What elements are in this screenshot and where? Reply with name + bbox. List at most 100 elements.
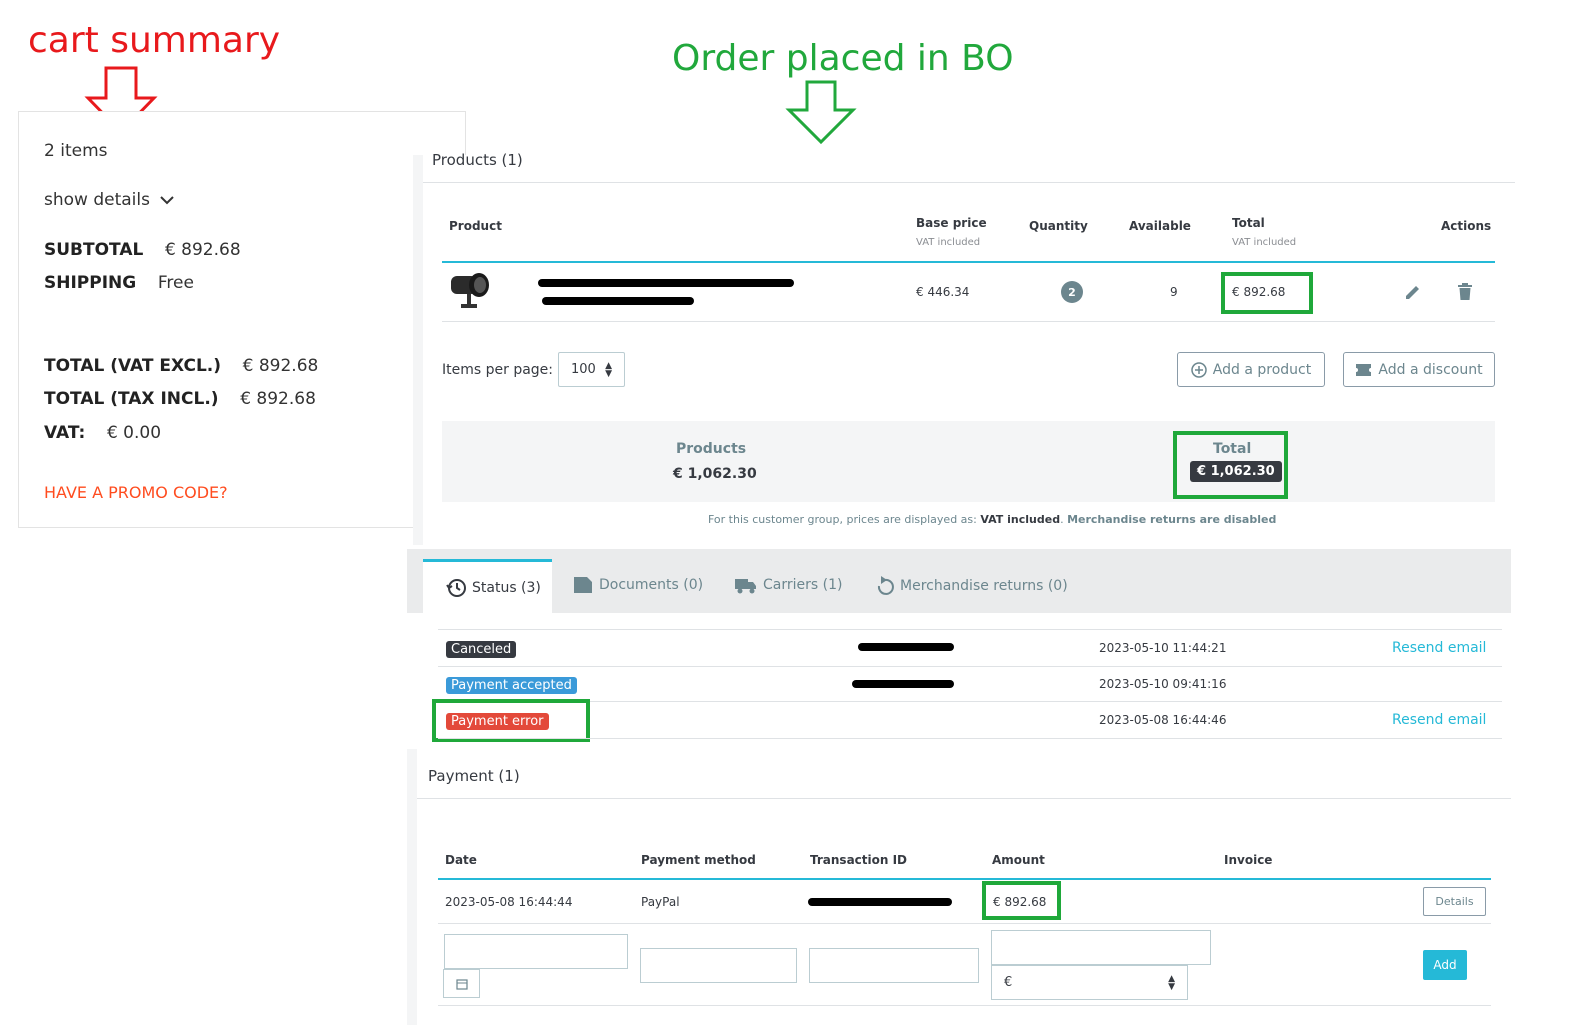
chevron-down-icon bbox=[160, 196, 174, 205]
total-excl-value: € 892.68 bbox=[242, 356, 319, 376]
items-per-page-select[interactable]: 100 ▲ ▼ bbox=[558, 352, 625, 387]
edit-pencil-icon[interactable] bbox=[1404, 283, 1422, 301]
select-arrows-icon: ▲ ▼ bbox=[1168, 973, 1175, 992]
add-payment-button[interactable]: Add bbox=[1423, 950, 1467, 980]
payment-row-divider bbox=[438, 923, 1491, 924]
product-image bbox=[451, 273, 489, 308]
add-product-label: Add a product bbox=[1212, 361, 1312, 378]
col-transaction-id: Transaction ID bbox=[810, 853, 908, 867]
subtotal-label: SUBTOTAL bbox=[44, 240, 144, 260]
col-payment-method: Payment method bbox=[641, 853, 756, 867]
total-excl-row: TOTAL (VAT EXCL.) € 892.68 bbox=[44, 356, 318, 376]
divider bbox=[423, 182, 1515, 183]
document-icon bbox=[574, 577, 592, 593]
col-actions: Actions bbox=[1441, 219, 1492, 233]
col-product: Product bbox=[449, 219, 502, 233]
items-per-page-value: 100 bbox=[571, 362, 596, 377]
undo-icon bbox=[877, 576, 894, 595]
status-date-3: 2023-05-08 16:44:46 bbox=[1099, 713, 1227, 727]
row-divider bbox=[442, 321, 1495, 322]
note-returns: Merchandise returns are disabled bbox=[1067, 513, 1277, 526]
vat-label: VAT: bbox=[44, 423, 86, 443]
tab-documents-label: Documents (0) bbox=[599, 577, 704, 593]
vat-row: VAT: € 0.00 bbox=[44, 423, 161, 443]
shipping-value: Free bbox=[157, 273, 194, 293]
payment-method: PayPal bbox=[641, 895, 680, 909]
vat-value: € 0.00 bbox=[106, 423, 162, 443]
redacted-employee-2 bbox=[852, 680, 954, 688]
bo-annotation: Order placed in BO bbox=[672, 38, 1014, 79]
col-date: Date bbox=[445, 853, 477, 867]
delete-trash-icon[interactable] bbox=[1457, 283, 1473, 301]
history-icon bbox=[446, 579, 466, 597]
tab-carriers-label: Carriers (1) bbox=[763, 577, 843, 593]
new-transaction-id-input[interactable] bbox=[809, 948, 979, 983]
payment-bottom-divider bbox=[438, 1005, 1491, 1006]
truck-icon bbox=[735, 579, 756, 594]
resend-email-link-3[interactable]: Resend email bbox=[1392, 712, 1486, 728]
header-underline bbox=[442, 261, 1495, 263]
show-details-toggle[interactable]: show details bbox=[44, 190, 174, 210]
new-amount-input[interactable] bbox=[991, 930, 1211, 965]
tab-status[interactable]: Status (3) bbox=[446, 578, 541, 598]
tab-documents[interactable]: Documents (0) bbox=[573, 576, 703, 594]
status-divider bbox=[438, 666, 1502, 667]
tab-carriers[interactable]: Carriers (1) bbox=[735, 576, 842, 594]
row-base-price: € 446.34 bbox=[916, 285, 970, 299]
tab-returns-label: Merchandise returns (0) bbox=[900, 578, 1068, 594]
status-date-1: 2023-05-10 11:44:21 bbox=[1099, 641, 1227, 655]
total-incl-value: € 892.68 bbox=[240, 389, 316, 409]
add-discount-button[interactable]: Add a discount bbox=[1343, 352, 1495, 387]
show-details-label: show details bbox=[44, 190, 150, 210]
add-product-button[interactable]: Add a product bbox=[1177, 352, 1325, 387]
total-excl-label: TOTAL (VAT EXCL.) bbox=[44, 356, 222, 376]
col-base-price-sub: VAT included bbox=[916, 237, 981, 248]
note-prefix: For this customer group, prices are disp… bbox=[708, 513, 977, 526]
cart-summary bbox=[18, 111, 466, 528]
status-divider bbox=[438, 701, 1502, 702]
shipping-label: SHIPPING bbox=[44, 273, 137, 293]
panel-edge bbox=[407, 749, 417, 1025]
divider bbox=[417, 798, 1511, 799]
highlight-row-total bbox=[1221, 272, 1313, 314]
currency-select[interactable]: € ▲ ▼ bbox=[991, 965, 1188, 1000]
note-vat: VAT included bbox=[980, 513, 1061, 526]
row-available: 9 bbox=[1170, 285, 1178, 299]
redacted-product-ref bbox=[542, 297, 694, 305]
details-button[interactable]: Details bbox=[1423, 887, 1486, 916]
status-row-accepted: Payment accepted bbox=[446, 674, 577, 694]
date-picker-button[interactable] bbox=[443, 969, 480, 998]
order-summary-bar bbox=[442, 421, 1495, 502]
summary-products-value: € 1,062.30 bbox=[673, 466, 757, 482]
cart-items-count: 2 items bbox=[44, 141, 108, 161]
redacted-employee-1 bbox=[858, 643, 954, 651]
status-date-2: 2023-05-10 09:41:16 bbox=[1099, 677, 1227, 691]
summary-products-label: Products bbox=[676, 441, 747, 457]
subtotal-value: € 892.68 bbox=[164, 240, 241, 260]
promo-code-link[interactable]: HAVE A PROMO CODE? bbox=[44, 483, 228, 502]
col-base-price: Base price bbox=[916, 216, 987, 230]
cart-summary-annotation: cart summary bbox=[28, 20, 281, 61]
highlight-summary-total bbox=[1173, 431, 1288, 499]
products-title: Products (1) bbox=[432, 151, 523, 169]
payment-card bbox=[417, 752, 1511, 1025]
calendar-icon bbox=[455, 978, 468, 990]
shipping-row: SHIPPING Free bbox=[44, 273, 194, 293]
col-total-sub: VAT included bbox=[1232, 237, 1297, 248]
redacted-transaction-id bbox=[808, 898, 952, 906]
tab-status-label: Status (3) bbox=[472, 580, 541, 596]
total-incl-label: TOTAL (TAX INCL.) bbox=[44, 389, 219, 409]
col-available: Available bbox=[1129, 219, 1191, 233]
plus-circle-icon bbox=[1191, 361, 1207, 378]
new-payment-date-input[interactable] bbox=[444, 934, 628, 969]
panel-edge bbox=[413, 155, 423, 545]
col-invoice: Invoice bbox=[1224, 853, 1273, 867]
highlight-payment-amount bbox=[982, 881, 1061, 920]
new-payment-method-input[interactable] bbox=[640, 948, 797, 983]
total-incl-row: TOTAL (TAX INCL.) € 892.68 bbox=[44, 389, 316, 409]
tab-returns[interactable]: Merchandise returns (0) bbox=[876, 576, 1068, 596]
quantity-badge: 2 bbox=[1061, 281, 1083, 303]
currency-value: € bbox=[1004, 975, 1013, 990]
status-divider bbox=[438, 738, 1502, 739]
resend-email-link-1[interactable]: Resend email bbox=[1392, 640, 1486, 656]
